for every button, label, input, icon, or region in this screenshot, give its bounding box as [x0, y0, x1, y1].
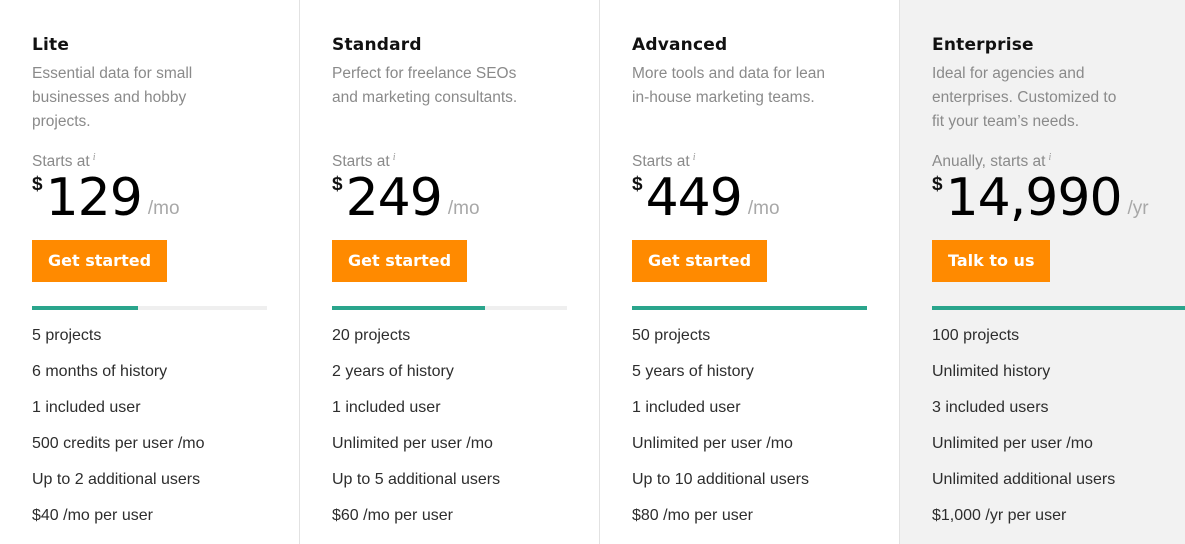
feature-item: $40 /mo per user: [32, 507, 153, 524]
plan-card-lite: Lite Essential data for small businesses…: [0, 0, 300, 544]
feature-item: 50 projects: [632, 327, 711, 344]
price: $ 14,990 /yr: [932, 170, 1185, 226]
plan-name: Standard: [332, 35, 422, 55]
info-icon[interactable]: i: [93, 152, 96, 163]
tier-progress-bar: [932, 306, 1185, 310]
price-period: /mo: [147, 198, 180, 219]
get-started-button[interactable]: Get started: [332, 240, 468, 282]
feature-item: Up to 2 additional users: [32, 471, 201, 488]
feature-list: 5 projects 6 months of history 1 include…: [32, 318, 267, 534]
plan-name: Advanced: [632, 35, 728, 55]
feature-item: 100 projects: [932, 327, 1020, 344]
plan-description: Ideal for agencies and enterprises. Cust…: [932, 65, 1117, 130]
price-amount: 249: [345, 168, 443, 228]
plan-description: Perfect for freelance SEOs and marketing…: [332, 65, 518, 106]
feature-item: 3 included users: [932, 399, 1049, 416]
info-icon[interactable]: i: [393, 152, 396, 163]
plan-description: More tools and data for lean in-house ma…: [632, 65, 826, 106]
feature-item: Unlimited per user /mo: [332, 435, 493, 452]
get-started-button[interactable]: Get started: [32, 240, 168, 282]
plan-description: Essential data for small businesses and …: [32, 65, 193, 130]
pricing-plans: Lite Essential data for small businesses…: [0, 0, 1185, 544]
feature-item: Unlimited additional users: [932, 471, 1116, 488]
tier-progress-fill: [932, 306, 1185, 310]
feature-item: $80 /mo per user: [632, 507, 753, 524]
feature-item: Unlimited per user /mo: [632, 435, 793, 452]
feature-item: 2 years of history: [332, 363, 454, 380]
tier-progress-bar: [32, 306, 267, 310]
starts-at-label: Starts at i: [332, 148, 567, 170]
price-period: /mo: [747, 198, 780, 219]
price: $ 249 /mo: [332, 170, 567, 226]
currency-symbol: $: [332, 174, 343, 195]
talk-to-us-button[interactable]: Talk to us: [932, 240, 1051, 282]
feature-list: 100 projects Unlimited history 3 include…: [932, 318, 1185, 534]
starts-at-label: Starts at i: [632, 148, 867, 170]
feature-item: Unlimited per user /mo: [932, 435, 1093, 452]
price-amount: 129: [45, 168, 143, 228]
feature-item: 1 included user: [32, 399, 141, 416]
plan-name: Lite: [32, 35, 70, 55]
feature-item: 5 projects: [32, 327, 102, 344]
feature-item: Up to 10 additional users: [632, 471, 809, 488]
info-icon[interactable]: i: [1048, 152, 1051, 163]
feature-list: 20 projects 2 years of history 1 include…: [332, 318, 567, 534]
plan-name: Enterprise: [932, 35, 1034, 55]
feature-item: $1,000 /yr per user: [932, 507, 1067, 524]
feature-item: $60 /mo per user: [332, 507, 453, 524]
feature-item: 5 years of history: [632, 363, 754, 380]
plan-card-advanced: Advanced More tools and data for lean in…: [600, 0, 900, 544]
price: $ 449 /mo: [632, 170, 867, 226]
plan-card-enterprise: Enterprise Ideal for agencies and enterp…: [900, 0, 1185, 544]
price: $ 129 /mo: [32, 170, 267, 226]
feature-item: 6 months of history: [32, 363, 168, 380]
feature-list: 50 projects 5 years of history 1 include…: [632, 318, 867, 534]
currency-symbol: $: [632, 174, 643, 195]
info-icon[interactable]: i: [693, 152, 696, 163]
starts-at-label: Starts at i: [32, 148, 267, 170]
starts-at-label: Anually, starts at i: [932, 148, 1185, 170]
feature-item: 20 projects: [332, 327, 411, 344]
feature-item: Unlimited history: [932, 363, 1051, 380]
tier-progress-bar: [632, 306, 867, 310]
currency-symbol: $: [932, 174, 943, 195]
feature-item: 1 included user: [632, 399, 741, 416]
get-started-button[interactable]: Get started: [632, 240, 768, 282]
tier-progress-fill: [632, 306, 867, 310]
price-period: /mo: [447, 198, 480, 219]
feature-item: 1 included user: [332, 399, 441, 416]
tier-progress-fill: [32, 306, 138, 310]
price-amount: 449: [645, 168, 743, 228]
feature-item: Up to 5 additional users: [332, 471, 501, 488]
price-amount: 14,990: [945, 168, 1123, 228]
currency-symbol: $: [32, 174, 43, 195]
price-period: /yr: [1127, 198, 1149, 219]
plan-card-standard: Standard Perfect for freelance SEOs and …: [300, 0, 600, 544]
feature-item: 500 credits per user /mo: [32, 435, 205, 452]
tier-progress-bar: [332, 306, 567, 310]
tier-progress-fill: [332, 306, 485, 310]
